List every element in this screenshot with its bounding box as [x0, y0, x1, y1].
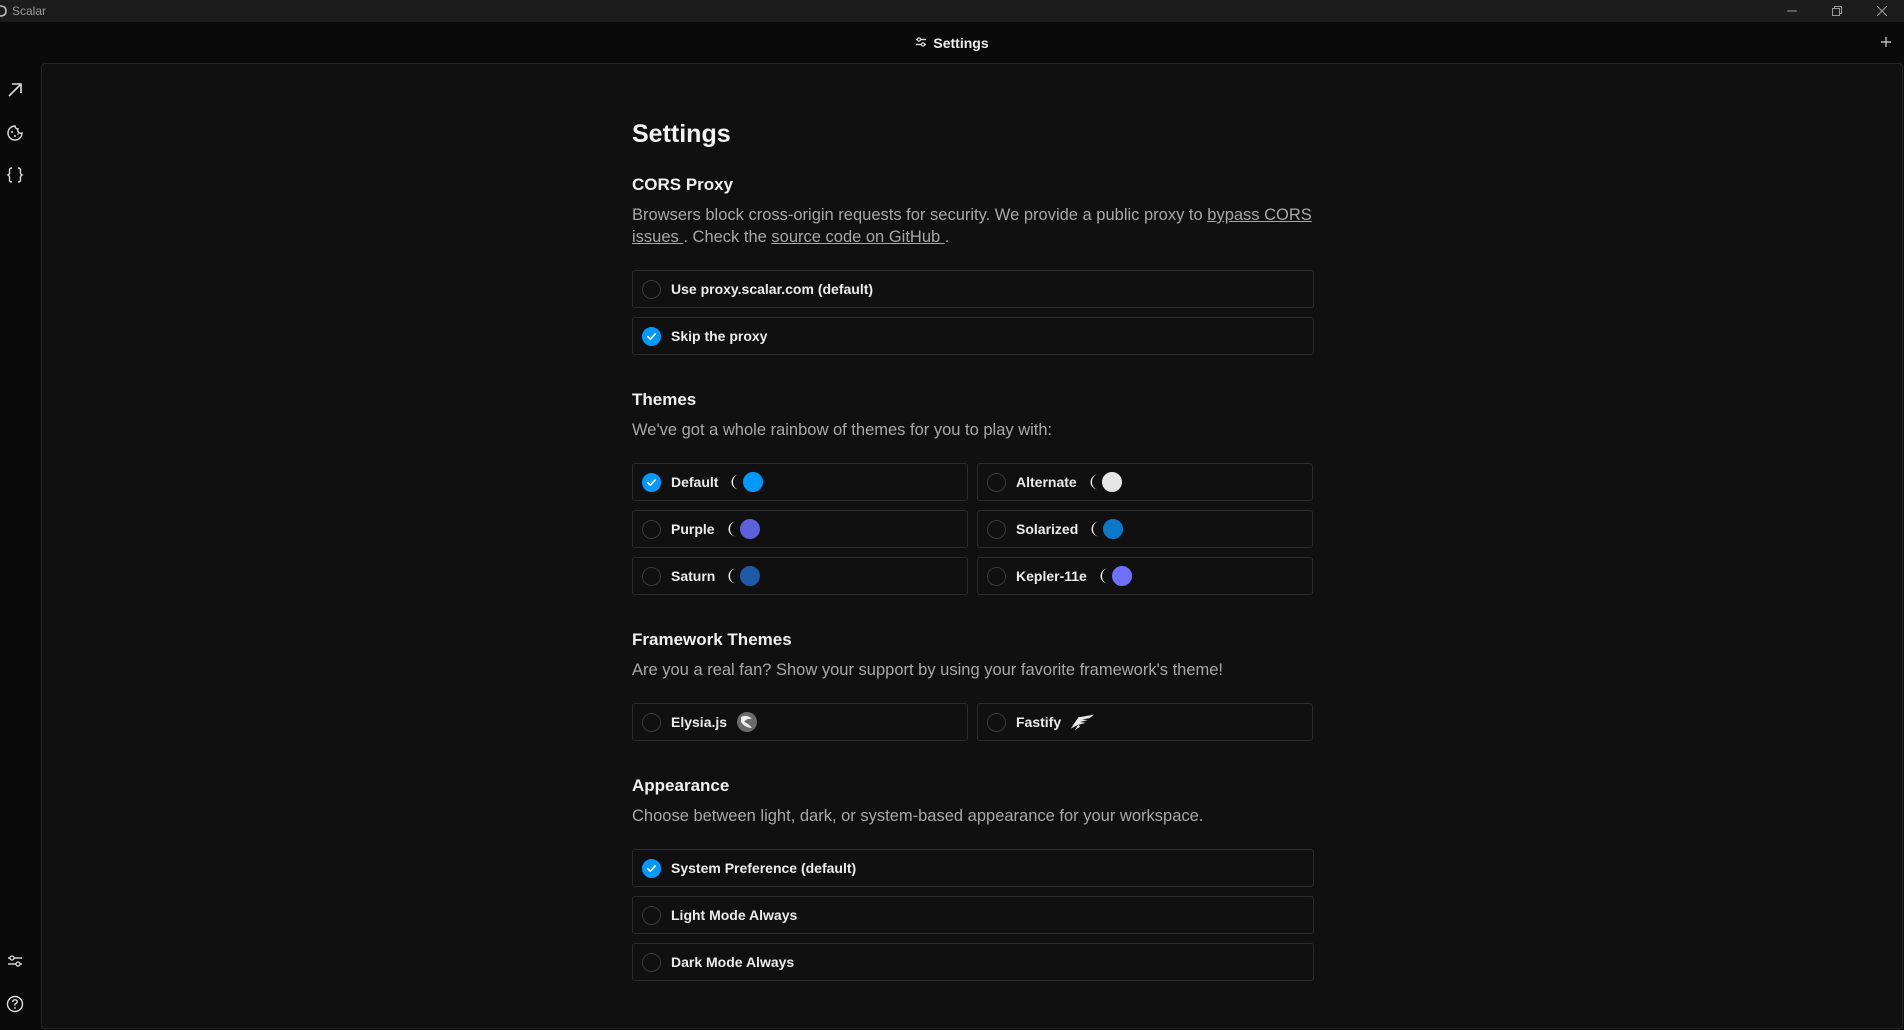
fastify-logo-icon	[1069, 711, 1095, 733]
window-controls	[1769, 0, 1904, 22]
accent-dot	[1109, 564, 1134, 588]
appearance-options: System Preference (default) Light Mode A…	[632, 849, 1314, 981]
accent-dot	[1101, 517, 1126, 541]
tab-title: Settings	[933, 34, 989, 51]
radio[interactable]	[642, 858, 661, 878]
section-title: CORS Proxy	[632, 175, 734, 194]
themes-section: Themes We've got a whole rainbow of them…	[632, 389, 1314, 595]
elysia-logo-icon	[735, 711, 761, 733]
option-label: Elysia.js	[671, 714, 728, 730]
option-label: Use proxy.scalar.com (default)	[671, 281, 874, 297]
option-label: Alternate	[1016, 474, 1077, 490]
theme-swatch	[723, 564, 763, 588]
option-label: Kepler-11e	[1016, 568, 1087, 584]
radio[interactable]	[642, 905, 661, 925]
theme-option-saturn[interactable]: Saturn	[632, 557, 968, 595]
theme-option-alternate[interactable]: Alternate	[977, 463, 1313, 501]
option-skip-proxy[interactable]: Skip the proxy	[632, 317, 1314, 355]
desc-text: . Check the	[683, 228, 772, 246]
appearance-section: Appearance Choose between light, dark, o…	[632, 775, 1314, 981]
option-dark-mode[interactable]: Dark Mode Always	[632, 943, 1314, 981]
section-title: Appearance	[632, 776, 730, 795]
framework-section: Framework Themes Are you a real fan? Sho…	[632, 629, 1314, 741]
option-label: Dark Mode Always	[671, 954, 795, 970]
radio[interactable]	[642, 712, 661, 732]
radio[interactable]	[642, 566, 661, 586]
os-titlebar: Scalar	[0, 0, 1904, 22]
minimize-icon[interactable]	[1769, 0, 1814, 22]
accent-dot	[1099, 470, 1124, 494]
theme-option-default[interactable]: Default	[632, 463, 968, 501]
theme-option-purple[interactable]: Purple	[632, 510, 968, 548]
app-logo-icon	[0, 5, 10, 17]
accent-dot	[737, 517, 762, 541]
close-icon[interactable]	[1859, 0, 1904, 22]
theme-swatch	[723, 517, 762, 541]
settings-sliders-icon[interactable]	[3, 949, 27, 973]
radio[interactable]	[642, 952, 661, 972]
theme-option-solarized[interactable]: Solarized	[977, 510, 1313, 548]
github-source-link[interactable]: source code on GitHub	[771, 228, 944, 246]
radio[interactable]	[987, 472, 1006, 492]
window-title: Scalar	[12, 4, 47, 18]
theme-swatch	[1095, 564, 1134, 588]
section-title: Framework Themes	[632, 630, 792, 649]
option-label: Fastify	[1016, 714, 1062, 730]
framework-option-elysia[interactable]: Elysia.js	[632, 703, 968, 741]
theme-grid: Default Alternate Purple Solarized Satur…	[632, 463, 1314, 595]
cors-options: Use proxy.scalar.com (default) Skip the …	[632, 270, 1314, 355]
section-description: We've got a whole rainbow of themes for …	[632, 421, 1053, 439]
restore-icon[interactable]	[1814, 0, 1859, 22]
option-system-preference[interactable]: System Preference (default)	[632, 849, 1314, 887]
app-topbar: Settings	[0, 22, 1904, 63]
option-label: Saturn	[671, 568, 716, 584]
theme-option-kepler[interactable]: Kepler-11e	[977, 557, 1313, 595]
page-title: Settings	[632, 120, 731, 148]
theme-swatch	[726, 470, 766, 494]
desc-text: Browsers block cross-origin requests for…	[632, 206, 1208, 224]
option-use-proxy[interactable]: Use proxy.scalar.com (default)	[632, 270, 1314, 308]
framework-grid: Elysia.js Fastify	[632, 703, 1314, 741]
option-label: Default	[671, 474, 719, 490]
cookie-icon[interactable]	[3, 121, 27, 145]
option-label: System Preference (default)	[671, 860, 857, 876]
option-label: Skip the proxy	[671, 328, 768, 344]
desc-text: .	[944, 228, 950, 246]
option-label: Purple	[671, 521, 715, 537]
radio[interactable]	[642, 326, 661, 346]
option-label: Light Mode Always	[671, 907, 798, 923]
section-description: Choose between light, dark, or system-ba…	[632, 807, 1204, 825]
help-icon[interactable]	[3, 992, 27, 1016]
sliders-icon	[915, 35, 927, 51]
braces-icon[interactable]	[3, 163, 27, 187]
theme-swatch	[1086, 517, 1126, 541]
radio[interactable]	[987, 712, 1006, 732]
content-panel: Settings CORS Proxy Browsers block cross…	[41, 63, 1903, 1029]
option-label: Solarized	[1016, 521, 1079, 537]
radio[interactable]	[987, 566, 1006, 586]
active-tab[interactable]: Settings	[915, 34, 989, 51]
arrow-up-right-icon[interactable]	[3, 78, 27, 102]
accent-dot	[741, 470, 766, 494]
theme-swatch	[1085, 470, 1124, 494]
section-title: Themes	[632, 390, 697, 409]
add-tab-icon[interactable]	[1876, 32, 1896, 52]
left-rail	[0, 63, 40, 1030]
radio[interactable]	[642, 519, 661, 539]
radio[interactable]	[642, 279, 661, 299]
settings-column: Settings CORS Proxy Browsers block cross…	[632, 118, 1314, 981]
accent-dot	[738, 564, 763, 588]
radio[interactable]	[987, 519, 1006, 539]
section-description: Browsers block cross-origin requests for…	[632, 204, 1314, 248]
section-description: Are you a real fan? Show your support by…	[632, 661, 1224, 679]
cors-section: CORS Proxy Browsers block cross-origin r…	[632, 174, 1314, 355]
radio[interactable]	[642, 472, 661, 492]
framework-option-fastify[interactable]: Fastify	[977, 703, 1313, 741]
option-light-mode[interactable]: Light Mode Always	[632, 896, 1314, 934]
